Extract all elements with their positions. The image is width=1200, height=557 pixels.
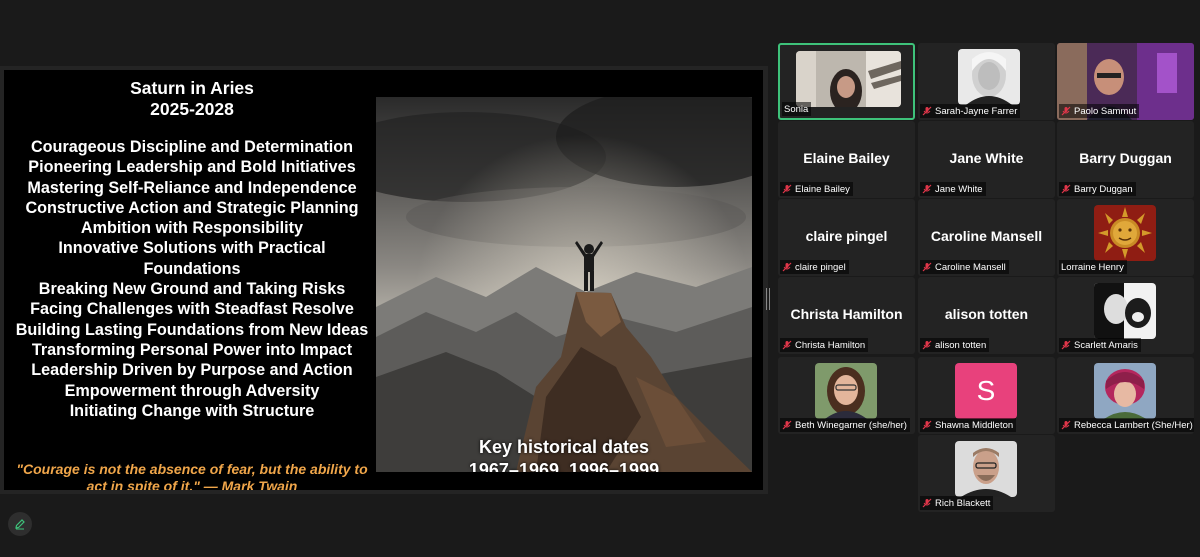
sun-profile-image — [1094, 205, 1156, 261]
mic-off-icon — [922, 184, 932, 194]
participant-name-label: Barry Duggan — [1059, 182, 1136, 196]
participant-name-label: Caroline Mansell — [920, 260, 1009, 274]
theme-item: Constructive Action and Strategic Planni… — [25, 198, 359, 217]
participant-tile[interactable]: Sonia — [778, 43, 915, 120]
profile-photo — [1094, 283, 1156, 339]
theme-item: Ambition with Responsibility — [80, 219, 304, 238]
mic-off-icon — [1061, 184, 1071, 194]
participant-display-name: Barry Duggan — [1079, 150, 1172, 166]
participant-name-label: Rebecca Lambert (She/Her) — [1059, 418, 1194, 432]
theme-list: Courageous Discipline and Determination … — [4, 137, 380, 421]
mic-off-icon — [1061, 420, 1071, 430]
participant-tile[interactable]: Rebecca Lambert (She/Her) — [1057, 357, 1194, 434]
presentation-slide: Saturn in Aries 2025-2028 Courageous Dis… — [4, 70, 763, 490]
participant-tile[interactable]: Paolo Sammut — [1057, 43, 1194, 120]
mic-off-icon — [782, 262, 792, 272]
initial-avatar: S — [955, 363, 1017, 419]
theme-item: Breaking New Ground and Taking Risks — [38, 280, 346, 299]
participant-tile[interactable]: Caroline Mansell Caroline Mansell — [918, 199, 1055, 276]
mic-off-icon — [782, 420, 792, 430]
participant-tile[interactable]: Scarlett Amaris — [1057, 277, 1194, 354]
theme-item: Building Lasting Foundations from New Id… — [15, 320, 369, 339]
mic-off-icon — [922, 262, 932, 272]
participant-display-name: alison totten — [944, 306, 1029, 322]
mic-off-icon — [922, 340, 932, 350]
theme-item: Mastering Self-Reliance and Independence — [27, 178, 357, 197]
key-dates-title: Key historical dates — [478, 437, 650, 457]
participant-display-name: Elaine Bailey — [803, 150, 890, 166]
participant-name-label: Scarlett Amaris — [1059, 338, 1141, 352]
theme-item: Empowerment through Adversity — [64, 381, 320, 400]
theme-item: Pioneering Leadership and Bold Initiativ… — [28, 158, 356, 177]
profile-photo — [958, 49, 1020, 105]
mic-off-icon — [782, 340, 792, 350]
participant-tile[interactable]: Beth Winegarner (she/her) — [778, 357, 915, 434]
participant-name-label: Sarah-Jayne Farrer — [920, 104, 1021, 118]
mic-off-icon — [922, 420, 932, 430]
mic-off-icon — [922, 498, 932, 508]
pencil-icon — [15, 519, 25, 530]
participant-name-label: Shawna Middleton — [920, 418, 1017, 432]
participant-tile[interactable]: Lorraine Henry — [1057, 199, 1194, 276]
mic-off-icon — [922, 106, 932, 116]
participant-tile[interactable]: S Shawna Middleton — [918, 357, 1055, 434]
participant-tile[interactable]: alison totten alison totten — [918, 277, 1055, 354]
mic-off-icon — [1061, 106, 1071, 116]
theme-item: Leadership Driven by Purpose and Action — [31, 361, 353, 380]
participant-name-label: Paolo Sammut — [1059, 104, 1140, 118]
profile-photo — [955, 441, 1017, 497]
participant-tile[interactable]: Sarah-Jayne Farrer — [918, 43, 1055, 120]
participant-tile[interactable]: Jane White Jane White — [918, 121, 1055, 198]
participant-display-name: claire pingel — [805, 228, 888, 244]
participant-tile[interactable]: Christa Hamilton Christa Hamilton — [778, 277, 915, 354]
participant-name-label: Beth Winegarner (she/her) — [780, 418, 910, 432]
profile-photo — [1094, 363, 1156, 419]
mountain-summit-image: Key historical dates 1967–1969, 1996–199… — [376, 97, 752, 472]
participant-video — [796, 51, 901, 107]
participant-name-label: Jane White — [920, 182, 986, 196]
participant-name-label: alison totten — [920, 338, 990, 352]
mic-off-icon — [1061, 340, 1071, 350]
participant-tile[interactable]: Elaine Bailey Elaine Bailey — [778, 121, 915, 198]
slide-quote: "Courage is not the absence of fear, but… — [16, 461, 368, 490]
slide-title: Saturn in Aries — [130, 78, 254, 98]
slide-subtitle: 2025-2028 — [150, 99, 234, 119]
participant-name-label: Rich Blackett — [920, 496, 994, 510]
edit-button[interactable] — [8, 512, 32, 536]
key-dates-values: 1967–1969, 1996–1999 — [468, 460, 660, 472]
participant-name-label: Christa Hamilton — [780, 338, 869, 352]
theme-item: Facing Challenges with Steadfast Resolve — [30, 300, 354, 319]
participant-name-label: Lorraine Henry — [1059, 260, 1127, 274]
shared-screen: Saturn in Aries 2025-2028 Courageous Dis… — [0, 66, 768, 494]
theme-item: Courageous Discipline and Determination — [30, 138, 353, 156]
participant-tile[interactable]: Rich Blackett — [918, 435, 1055, 512]
panel-resize-handle[interactable] — [766, 288, 770, 310]
participant-tile[interactable]: Barry Duggan Barry Duggan — [1057, 121, 1194, 198]
participant-display-name: Jane White — [949, 150, 1024, 166]
theme-item: Initiating Change with Structure — [69, 401, 315, 420]
participant-tile[interactable]: claire pingel claire pingel — [778, 199, 915, 276]
participant-name-label: Elaine Bailey — [780, 182, 853, 196]
participant-name-label: claire pingel — [780, 260, 849, 274]
participant-name-label: Sonia — [782, 102, 812, 116]
slide-text-column: Saturn in Aries 2025-2028 Courageous Dis… — [4, 70, 380, 490]
profile-photo — [815, 363, 877, 419]
theme-item: Transforming Personal Power into Impact — [31, 340, 353, 359]
participant-display-name: Christa Hamilton — [790, 306, 903, 322]
theme-item: Innovative Solutions with Practical Foun… — [58, 239, 326, 278]
mic-off-icon — [782, 184, 792, 194]
participant-display-name: Caroline Mansell — [930, 228, 1043, 244]
